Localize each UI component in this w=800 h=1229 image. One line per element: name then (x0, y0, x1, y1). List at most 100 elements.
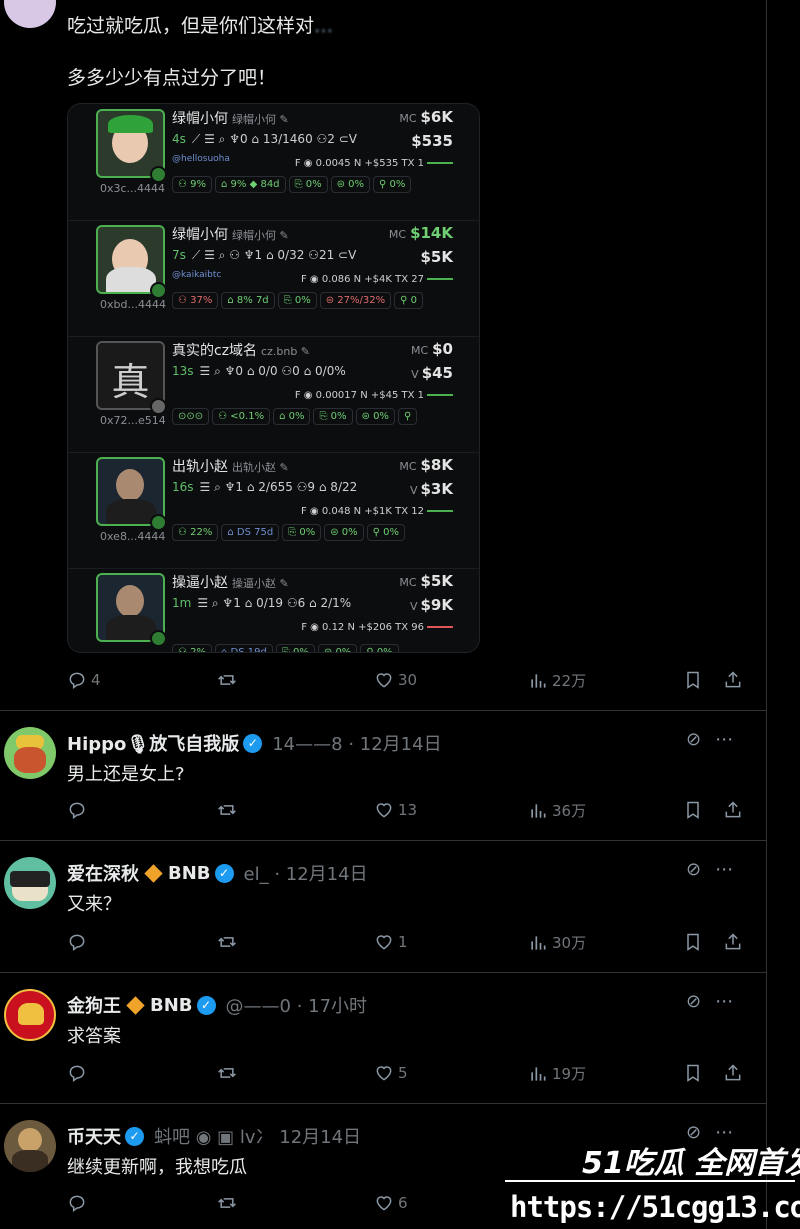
like-button[interactable]: 6 (374, 1193, 408, 1213)
watermark-url: https://51cgg13.com (510, 1190, 800, 1224)
reply-avatar[interactable] (4, 727, 56, 779)
token-handle: @hellosuoha (172, 154, 230, 164)
reply-avatar[interactable] (4, 989, 56, 1041)
share-button[interactable] (723, 932, 743, 952)
views-button[interactable]: 19万 (528, 1063, 586, 1084)
token-address: 0xbd...4444 (100, 298, 166, 311)
token-address: 0x72...e514 (100, 414, 166, 427)
retweet-icon (218, 675, 236, 685)
market-cap: MC $14K (388, 224, 453, 242)
market-cap: MC $6K (399, 108, 453, 126)
reply-author[interactable]: 金狗王 BNB ✓ @——0 · 17小时 (67, 992, 367, 1018)
like-button[interactable]: 30 (374, 670, 417, 690)
reply-button[interactable] (67, 932, 91, 952)
retweet-icon (218, 1198, 236, 1208)
bookmark-button[interactable] (683, 670, 703, 690)
views-chart-icon (531, 935, 546, 950)
more-icon[interactable]: ⋯ (715, 991, 733, 1012)
retweet-button[interactable] (217, 932, 237, 952)
verified-icon: ✓ (196, 995, 216, 1015)
verified-icon: ✓ (125, 1126, 144, 1146)
reply-button[interactable] (67, 800, 91, 820)
market-cap: MC $8K (399, 456, 453, 474)
reply-avatar[interactable] (4, 857, 56, 909)
reply-text: 又来？ (67, 894, 121, 915)
embedded-screenshot[interactable]: 0x3c...4444 绿帽小何 绿帽小何 ✎ MC $6K 4s ⟋ ☰ ⌕ ♆0 … (67, 103, 480, 653)
token-row: 操逼小赵 操逼小赵 ✎ MC $5K 1m ☰ ⌕ ♆1 ⌂ 0/19 ⚇6 ⌂ 2/… (68, 568, 479, 652)
divider (0, 710, 766, 711)
reply-avatar[interactable] (4, 1120, 56, 1172)
retweet-icon (218, 937, 236, 947)
bnb-diamond-icon (126, 995, 145, 1015)
share-button[interactable] (723, 800, 743, 820)
share-icon (725, 1064, 741, 1081)
grok-icon[interactable]: ⊘ (686, 729, 701, 750)
token-handle: @kaikaibtc (172, 270, 222, 280)
share-icon (725, 801, 741, 818)
token-stats: 13s ☰ ⌕ ♆0 ⌂ 0/0 ⚇0 ⌂ 0/0% (172, 364, 346, 378)
more-icon[interactable]: ⋯ (715, 859, 733, 880)
reply-text: 男上还是女上? (67, 764, 185, 785)
reply-author[interactable]: 币天天 ✓ 蚪吧 ◉ ▣ lv冫 12月14日 (67, 1123, 361, 1149)
token-name: 绿帽小何 绿帽小何 ✎ (172, 227, 289, 243)
token-name: 操逼小赵 操逼小赵 ✎ (172, 575, 289, 591)
volume: $5K (420, 248, 454, 266)
reply-tools: ⊘ ⋯ (686, 729, 746, 750)
metric-chips: ⚇ 37% ⌂ 8% 7d ⎘ 0% ⊜ 27%/32% ⚲ 0 (172, 292, 426, 309)
token-name: 出轨小赵 出轨小赵 ✎ (172, 459, 289, 475)
like-button[interactable]: 1 (374, 932, 408, 952)
reply-button[interactable] (67, 1063, 91, 1083)
share-button[interactable] (723, 1063, 743, 1083)
reply-text: 继续更新啊，我想吃瓜 (67, 1157, 247, 1178)
views-button[interactable]: 30万 (528, 932, 586, 953)
reply-author[interactable]: 爱在深秋 BNB ✓ el_ · 12月14日 (67, 860, 368, 886)
retweet-button[interactable] (217, 1063, 237, 1083)
bookmark-icon (687, 933, 699, 951)
token-stats: 4s ⟋ ☰ ⌕ ♆0 ⌂ 13/1460 ⚇2 ⊂V (172, 132, 357, 146)
fee-line: F ◉ 0.12 N +$206 TX 96 (301, 622, 453, 633)
author-avatar[interactable] (4, 0, 56, 28)
reply-button[interactable]: 4 (67, 670, 101, 690)
views-button[interactable]: 36万 (528, 800, 586, 821)
token-row: 0xbd...4444 绿帽小何 绿帽小何 ✎ MC $14K 7s ⟋ ☰ ⌕ ⚇ … (68, 220, 479, 337)
bookmark-button[interactable] (683, 932, 703, 952)
reply-author[interactable]: Hippo🎙放飞自我版 ✓ 14——8 · 12月14日 (67, 730, 442, 756)
reply-tools: ⊘ ⋯ (686, 991, 746, 1012)
grok-icon[interactable]: ⊘ (686, 991, 701, 1012)
retweet-button[interactable] (217, 800, 237, 820)
views-chart-icon (531, 1066, 546, 1081)
retweet-button[interactable] (217, 670, 241, 690)
share-icon (725, 671, 741, 688)
reply-icon (69, 802, 85, 819)
token-name: 真实的cz域名 cz.bnb ✎ (172, 343, 311, 359)
share-button[interactable] (723, 670, 743, 690)
bookmark-button[interactable] (683, 800, 703, 820)
more-icon[interactable]: ⋯ (715, 729, 733, 750)
like-button[interactable]: 13 (374, 800, 417, 820)
heart-icon (376, 1196, 392, 1211)
reply-actions: 5 19万 (67, 1063, 747, 1087)
views-button[interactable]: 22万 (528, 670, 586, 691)
fee-line: F ◉ 0.0045 N +$535 TX 1 (295, 158, 453, 169)
blurred-text: … (314, 15, 334, 37)
watermark-divider (505, 1180, 795, 1182)
volume: V $9K (409, 596, 453, 614)
heart-icon (376, 803, 392, 818)
token-stats: 7s ⟋ ☰ ⌕ ⚇ ♆1 ⌂ 0/32 ⚇21 ⊂V (172, 248, 357, 262)
bookmark-button[interactable] (683, 1063, 703, 1083)
bookmark-icon (687, 1064, 699, 1082)
verified-icon: ✓ (243, 733, 263, 753)
reply-tools: ⊘ ⋯ (686, 859, 746, 880)
grok-icon[interactable]: ⊘ (686, 859, 701, 880)
heart-icon (376, 673, 392, 688)
retweet-icon (218, 805, 236, 815)
reply-button[interactable] (67, 1193, 91, 1213)
like-button[interactable]: 5 (374, 1063, 408, 1083)
retweet-button[interactable] (217, 1193, 237, 1213)
heart-icon (376, 935, 392, 950)
reply-actions: 1 30万 (67, 932, 747, 956)
market-cap: MC $0 (410, 340, 453, 358)
fee-line: F ◉ 0.00017 N +$45 TX 1 (295, 390, 453, 401)
metric-chips: ⚇ 2% ⌂ DS 19d ⎘ 0% ⊜ 0% ⚲ 0% (172, 644, 402, 652)
reply-icon (69, 672, 85, 689)
